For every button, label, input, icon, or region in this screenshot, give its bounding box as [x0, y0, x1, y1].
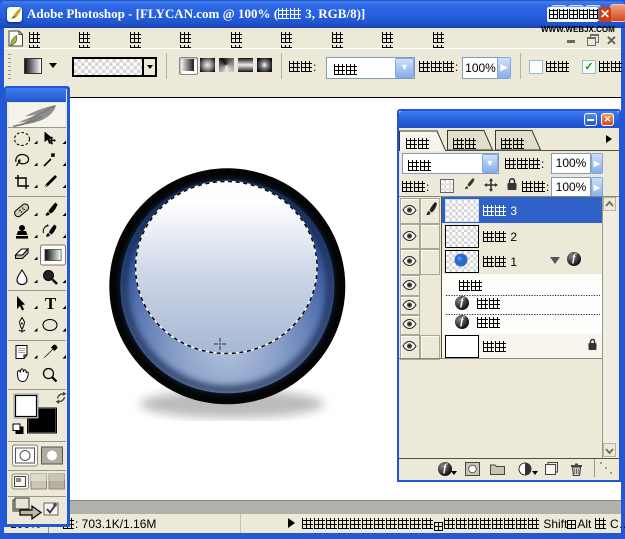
- svg-text:T: T: [45, 294, 57, 313]
